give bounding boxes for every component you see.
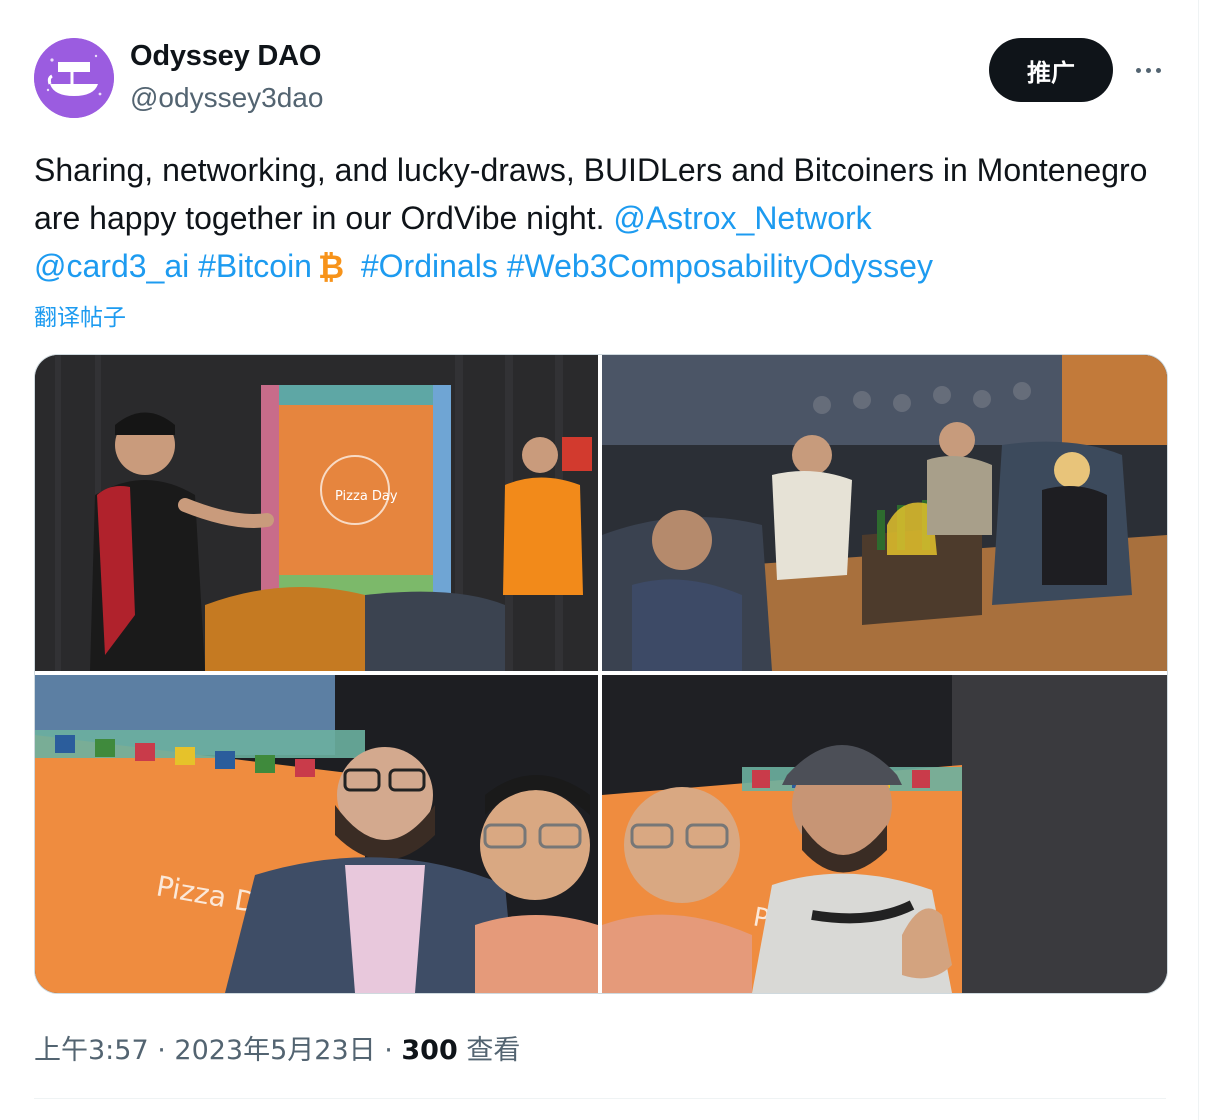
divider (34, 1098, 1166, 1099)
photo-speaker[interactable]: Pizza Day (35, 355, 598, 671)
avatar[interactable] (34, 38, 114, 118)
views-label: 查看 (457, 1035, 521, 1066)
tweet-meta: 上午3:57 · 2023年5月23日 · 300 查看 (34, 1028, 520, 1067)
hashtag-bitcoin[interactable]: #Bitcoin (198, 248, 312, 284)
hashtag-web3composabilityodyssey[interactable]: #Web3ComposabilityOdyssey (507, 248, 933, 284)
photo-selfie-cap[interactable]: Pizza Day (602, 675, 1167, 993)
photo-selfie-banner[interactable]: Pizza Day (35, 675, 598, 993)
author-handle[interactable]: @odyssey3dao (130, 82, 323, 114)
author-name[interactable]: Odyssey DAO (130, 40, 321, 73)
views-count: 300 (401, 1035, 458, 1066)
more-dots-icon[interactable] (1128, 54, 1168, 86)
tweet-text: Sharing, networking, and lucky-draws, BU… (34, 146, 1174, 290)
promote-button[interactable]: 推广 (989, 38, 1113, 102)
svg-text:₿: ₿ (318, 249, 344, 283)
mention-card3-ai[interactable]: @card3_ai (34, 248, 189, 284)
separator: · (375, 1035, 402, 1066)
tweet-body: Sharing, networking, and lucky-draws, BU… (34, 152, 1148, 236)
bitcoin-icon: ₿ (318, 249, 344, 283)
svg-text:Pizza Day: Pizza Day (335, 489, 398, 504)
media-grid: Pizza Day Pizza Day (34, 354, 1168, 994)
photo-lounge[interactable] (602, 355, 1167, 671)
divider (1198, 0, 1199, 1120)
tweet-time[interactable]: 上午3:57 (34, 1035, 149, 1066)
tweet-date[interactable]: 2023年5月23日 (174, 1035, 375, 1066)
mention-astrox-network[interactable]: @Astrox_Network (613, 200, 871, 236)
separator: · (148, 1035, 175, 1066)
hashtag-ordinals[interactable]: #Ordinals (361, 248, 498, 284)
translate-post-link[interactable]: 翻译帖子 (34, 298, 126, 332)
viking-ship-logo-icon (34, 38, 114, 118)
